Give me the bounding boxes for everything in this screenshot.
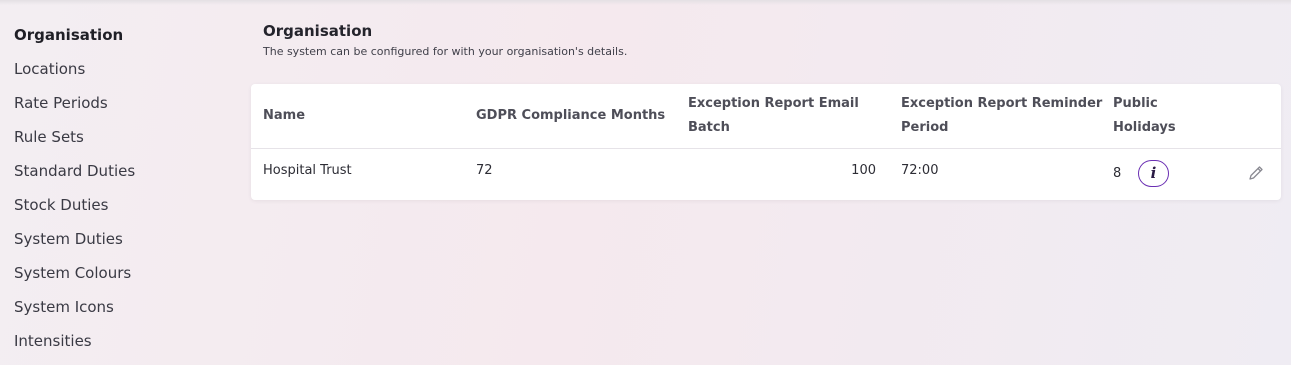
sidebar-item-intensities[interactable]: Intensities	[14, 328, 234, 362]
top-shadow	[0, 0, 1291, 5]
table-header: Name GDPR Compliance Months Exception Re…	[251, 84, 1281, 149]
settings-sidebar: Organisation Locations Rate Periods Rule…	[14, 22, 234, 362]
page-subtitle: The system can be configured for with yo…	[263, 45, 628, 58]
sidebar-item-system-duties[interactable]: System Duties	[14, 226, 234, 260]
sidebar-item-standard-duties[interactable]: Standard Duties	[14, 158, 234, 192]
column-header-reminder-line2: Period	[901, 120, 949, 135]
column-header-reminder-line1: Exception Report Reminder	[901, 96, 1103, 111]
page-header: Organisation The system can be configure…	[263, 20, 627, 61]
info-icon[interactable]: i	[1138, 160, 1169, 187]
column-header-email-batch-line1: Exception Report Email	[688, 96, 859, 111]
column-header-public-holidays[interactable]: Public Holidays	[1113, 92, 1176, 140]
page-title: Organisation	[263, 22, 373, 40]
sidebar-item-rate-periods[interactable]: Rate Periods	[14, 90, 234, 124]
sidebar-item-organisation[interactable]: Organisation	[14, 22, 234, 56]
sidebar-item-system-colours[interactable]: System Colours	[14, 260, 234, 294]
info-glyph: i	[1150, 164, 1157, 182]
column-header-reminder-period[interactable]: Exception Report Reminder Period	[901, 92, 1102, 140]
sidebar-item-rule-sets[interactable]: Rule Sets	[14, 124, 234, 158]
cell-reminder-period: 72:00	[901, 163, 939, 178]
cell-gdpr-months: 72	[476, 163, 493, 178]
column-header-email-batch[interactable]: Exception Report Email Batch	[688, 92, 859, 140]
column-header-name[interactable]: Name	[263, 104, 305, 128]
column-header-email-batch-line2: Batch	[688, 120, 730, 135]
sidebar-item-locations[interactable]: Locations	[14, 56, 234, 90]
pencil-icon[interactable]	[1247, 164, 1265, 182]
column-header-holidays-line2: Holidays	[1113, 120, 1176, 135]
cell-public-holidays: 8	[1113, 166, 1122, 181]
column-header-gdpr[interactable]: GDPR Compliance Months	[476, 104, 665, 128]
cell-name: Hospital Trust	[263, 163, 352, 178]
sidebar-item-stock-duties[interactable]: Stock Duties	[14, 192, 234, 226]
cell-email-batch: 100	[851, 163, 876, 178]
column-header-holidays-line1: Public	[1113, 96, 1158, 111]
sidebar-item-system-icons[interactable]: System Icons	[14, 294, 234, 328]
organisation-table: Name GDPR Compliance Months Exception Re…	[251, 84, 1281, 200]
